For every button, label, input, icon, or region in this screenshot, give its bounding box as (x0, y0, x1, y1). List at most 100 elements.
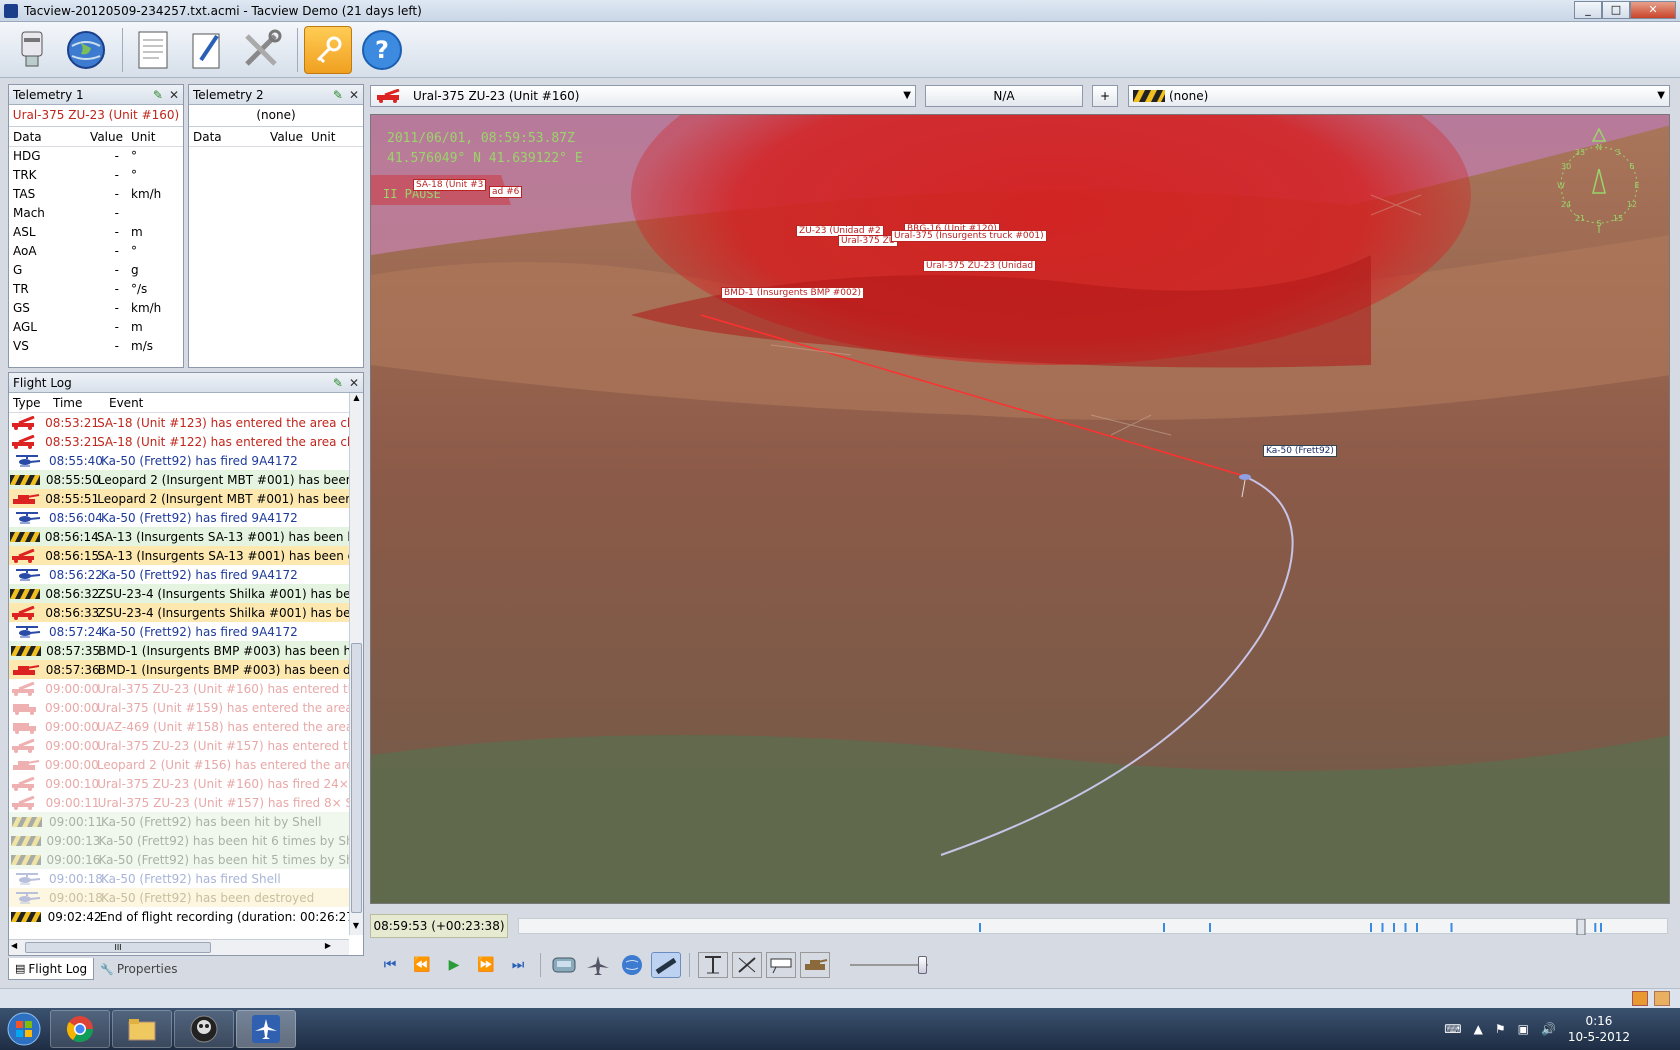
flight-log-row[interactable]: 09:00:00 Leopard 2 (Unit #156) has entere… (9, 755, 349, 774)
flight-log-row[interactable]: 08:56:04 Ka-50 (Frett92) has fired 9A4172 (9, 508, 349, 527)
maximize-button[interactable]: □ (1602, 1, 1630, 19)
scroll-right-arrow-icon[interactable]: ▶ (325, 941, 331, 950)
object-label[interactable]: Ural-375 ZU (838, 235, 899, 247)
flag-icon[interactable]: ⚑ (1495, 1022, 1506, 1036)
telescope-view-button[interactable] (651, 952, 681, 978)
flight-log-row[interactable]: 09:00:00 UAZ-469 (Unit #158) has entered … (9, 717, 349, 736)
globe-button[interactable] (62, 26, 110, 74)
tactical-lines-button[interactable] (732, 952, 762, 978)
scroll-down-arrow-icon[interactable]: ▼ (350, 921, 362, 935)
column-type[interactable]: Type (9, 393, 49, 412)
tools-button[interactable] (237, 26, 285, 74)
flight-log-row[interactable]: 09:00:00 Ural-375 ZU-23 (Unit #160) has e… (9, 679, 349, 698)
scroll-up-arrow-icon[interactable]: ▲ (350, 393, 363, 407)
object-label[interactable]: BMD-1 (Insurgents BMP #002) (721, 287, 864, 299)
column-data[interactable]: Data (189, 127, 245, 146)
keyboard-icon[interactable]: ⌨ (1444, 1022, 1461, 1036)
timeline-track[interactable] (518, 918, 1668, 936)
play-button[interactable]: ▶ (440, 952, 468, 978)
taskbar-app-dark[interactable] (174, 1010, 234, 1048)
taskbar-tacview[interactable] (236, 1010, 296, 1048)
pin-icon[interactable]: ✎ (333, 376, 343, 390)
cockpit-view-button[interactable] (549, 952, 579, 978)
flight-log-row[interactable]: 08:57:35 BMD-1 (Insurgents BMP #003) has … (9, 641, 349, 660)
volume-icon[interactable]: 🔊 (1541, 1022, 1556, 1036)
ground-units-button[interactable] (800, 952, 830, 978)
taskbar-chrome[interactable] (50, 1010, 110, 1048)
telemetry-1-selected-object[interactable]: Ural-375 ZU-23 (Unit #160) (9, 105, 183, 127)
flight-log-row[interactable]: 08:56:33 ZSU-23-4 (Insurgents Shilka #001… (9, 603, 349, 622)
zoom-slider-thumb[interactable] (918, 956, 927, 974)
external-view-button[interactable] (583, 952, 613, 978)
pin-icon[interactable]: ✎ (333, 88, 343, 102)
column-event[interactable]: Event (105, 393, 143, 412)
flight-log-row[interactable]: 09:00:11 Ka-50 (Frett92) has been hit by … (9, 812, 349, 831)
na-button[interactable]: N/A (925, 85, 1083, 107)
column-value[interactable]: Value (245, 127, 307, 146)
column-data[interactable]: Data (9, 127, 65, 146)
object-label[interactable]: ad #6 (489, 186, 523, 198)
rewind-button[interactable]: ⏪ (408, 952, 436, 978)
labels-button[interactable] (766, 952, 796, 978)
flight-log-row[interactable]: 09:00:11 Ural-375 ZU-23 (Unit #157) has f… (9, 793, 349, 812)
flight-log-row[interactable]: 08:53:21 SA-18 (Unit #122) has entered th… (9, 432, 349, 451)
telemetry-2-selected-object[interactable]: (none) (189, 105, 363, 127)
flight-log-row[interactable]: 08:55:40 Ka-50 (Frett92) has fired 9A4172 (9, 451, 349, 470)
vertical-marker-button[interactable] (698, 952, 728, 978)
flight-log-row[interactable]: 08:56:15 SA-13 (Insurgents SA-13 #001) ha… (9, 546, 349, 565)
flight-log-row[interactable]: 08:53:21 SA-18 (Unit #123) has entered th… (9, 413, 349, 432)
status-indicator-b[interactable] (1654, 991, 1670, 1006)
flight-log-row[interactable]: 08:56:22 Ka-50 (Frett92) has fired 9A4172 (9, 565, 349, 584)
scroll-left-arrow-icon[interactable]: ◀ (11, 941, 17, 950)
column-value[interactable]: Value (65, 127, 127, 146)
add-button[interactable]: + (1092, 85, 1118, 107)
object-label[interactable]: Ka-50 (Frett92) (1263, 445, 1337, 457)
flight-log-row[interactable]: 09:00:16 Ka-50 (Frett92) has been hit 5 t… (9, 850, 349, 869)
close-button[interactable]: ✕ (1630, 1, 1676, 19)
target-select[interactable]: (none) ▼ (1128, 85, 1670, 107)
flight-log-row[interactable]: 09:00:18 Ka-50 (Frett92) has been destroy… (9, 888, 349, 907)
object-label[interactable]: SA-18 (Unit #3 (413, 179, 487, 191)
flight-log-row[interactable]: 09:02:42 End of flight recording (duratio… (9, 907, 349, 926)
flight-log-row[interactable]: 08:55:51 Leopard 2 (Insurgent MBT #001) h… (9, 489, 349, 508)
status-indicator-a[interactable] (1632, 991, 1648, 1006)
start-button[interactable] (0, 1008, 48, 1050)
column-unit[interactable]: Unit (127, 127, 183, 146)
3d-viewport[interactable]: 2011/06/01, 08:59:53.87Z 41.576049° N 41… (370, 114, 1670, 904)
connect-button[interactable] (8, 26, 56, 74)
column-unit[interactable]: Unit (307, 127, 363, 146)
object-label[interactable]: Ural-375 ZU-23 (Unidad (923, 260, 1037, 272)
minimize-button[interactable]: _ (1574, 1, 1602, 19)
document-button[interactable] (129, 26, 177, 74)
object-label[interactable]: Ural-375 (Insurgents truck #001) (891, 230, 1047, 242)
flight-log-row[interactable]: 08:57:24 Ka-50 (Frett92) has fired 9A4172 (9, 622, 349, 641)
tab-flight-log[interactable]: ▤ Flight Log (8, 958, 95, 980)
taskbar-explorer[interactable] (112, 1010, 172, 1048)
flight-log-row[interactable]: 09:00:18 Ka-50 (Frett92) has fired Shell (9, 869, 349, 888)
close-icon[interactable]: ✕ (349, 376, 359, 390)
vertical-scrollbar[interactable]: ▲ ▼ (349, 393, 363, 935)
tab-properties[interactable]: 🔧 Properties (94, 958, 183, 980)
flight-log-row[interactable]: 09:00:10 Ural-375 ZU-23 (Unit #160) has f… (9, 774, 349, 793)
flight-log-row[interactable]: 09:00:00 Ural-375 ZU-23 (Unit #157) has e… (9, 736, 349, 755)
license-key-button[interactable] (304, 25, 352, 74)
clock[interactable]: 0:16 10-5-2012 (1568, 1013, 1630, 1045)
help-button[interactable]: ? (358, 26, 406, 74)
scroll-thumb[interactable] (351, 643, 362, 913)
zoom-slider[interactable] (850, 954, 928, 976)
object-select[interactable]: Ural-375 ZU-23 (Unit #160) ▼ (370, 85, 916, 107)
tray-expand-icon[interactable]: ▲ (1474, 1022, 1483, 1036)
flight-log-row[interactable]: 09:00:13 Ka-50 (Frett92) has been hit 6 t… (9, 831, 349, 850)
flight-log-row[interactable]: 09:00:00 Ural-375 (Unit #159) has entered… (9, 698, 349, 717)
hscroll-thumb[interactable]: III (25, 942, 211, 953)
flight-log-row[interactable]: 08:57:36 BMD-1 (Insurgents BMP #003) has … (9, 660, 349, 679)
column-time[interactable]: Time (49, 393, 105, 412)
close-icon[interactable]: ✕ (169, 88, 179, 102)
skip-to-end-button[interactable]: ⏭ (504, 952, 532, 978)
flight-log-row[interactable]: 08:56:14 SA-13 (Insurgents SA-13 #001) ha… (9, 527, 349, 546)
fast-forward-button[interactable]: ⏩ (472, 952, 500, 978)
notepad-button[interactable] (183, 26, 231, 74)
flight-log-row[interactable]: 08:56:32 ZSU-23-4 (Insurgents Shilka #001… (9, 584, 349, 603)
close-icon[interactable]: ✕ (349, 88, 359, 102)
network-icon[interactable]: ▣ (1518, 1022, 1529, 1036)
